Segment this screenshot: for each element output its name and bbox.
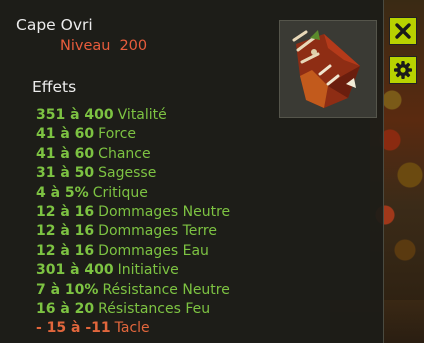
effect-value: 41 à 60 [36, 126, 95, 143]
effect-value: 31 à 50 [36, 165, 95, 182]
effect-name: Résistance Neutre [102, 281, 230, 298]
effect-row: 4 à 5% Critique [36, 184, 230, 203]
level-value: 200 [119, 38, 148, 54]
effect-name: Tacle [114, 320, 150, 337]
effect-name: Résistances Feu [98, 300, 211, 317]
effect-name: Sagesse [98, 165, 157, 182]
item-name: Cape Ovri [16, 16, 93, 34]
effect-name: Dommages Terre [98, 223, 217, 240]
effect-name: Initiative [117, 262, 179, 279]
effect-value: 7 à 10% [36, 281, 99, 298]
effect-value: 12 à 16 [36, 223, 95, 240]
effect-value: 12 à 16 [36, 242, 95, 259]
effect-value: 41 à 60 [36, 145, 95, 162]
effect-name: Dommages Eau [98, 242, 209, 259]
effect-row: 351 à 400 Vitalité [36, 106, 230, 125]
close-button[interactable] [389, 17, 417, 45]
cape-item-icon [292, 30, 360, 108]
effect-row: 31 à 50 Sagesse [36, 164, 230, 183]
effect-name: Critique [92, 184, 148, 201]
effect-row: 16 à 20 Résistances Feu [36, 300, 230, 319]
effects-title: Effets [32, 78, 77, 96]
level-label: Niveau [60, 38, 111, 54]
effect-value: 301 à 400 [36, 262, 114, 279]
effect-value: 12 à 16 [36, 203, 95, 220]
gear-icon [394, 61, 412, 79]
close-icon [395, 23, 411, 39]
effect-row: - 15 à -11 Tacle [36, 319, 230, 338]
effects-list: 351 à 400 Vitalité 41 à 60 Force 41 à 60 Chan… [36, 106, 230, 339]
effect-row: 41 à 60 Chance [36, 145, 230, 164]
effect-row: 7 à 10% Résistance Neutre [36, 281, 230, 300]
effect-row: 12 à 16 Dommages Terre [36, 222, 230, 241]
effect-name: Force [98, 126, 137, 143]
effect-value: 351 à 400 [36, 107, 114, 123]
effect-row: 301 à 400 Initiative [36, 261, 230, 280]
item-level: Niveau 200 [60, 38, 147, 54]
effect-name: Vitalité [117, 107, 167, 123]
effect-name: Chance [98, 145, 151, 162]
effect-value: 16 à 20 [36, 300, 95, 317]
effect-row: 12 à 16 Dommages Eau [36, 242, 230, 261]
effect-row: 12 à 16 Dommages Neutre [36, 203, 230, 222]
effect-name: Dommages Neutre [98, 203, 231, 220]
effect-value: - 15 à -11 [36, 320, 111, 337]
effect-value: 4 à 5% [36, 184, 89, 201]
settings-button[interactable] [389, 56, 417, 84]
effect-row: 41 à 60 Force [36, 125, 230, 144]
